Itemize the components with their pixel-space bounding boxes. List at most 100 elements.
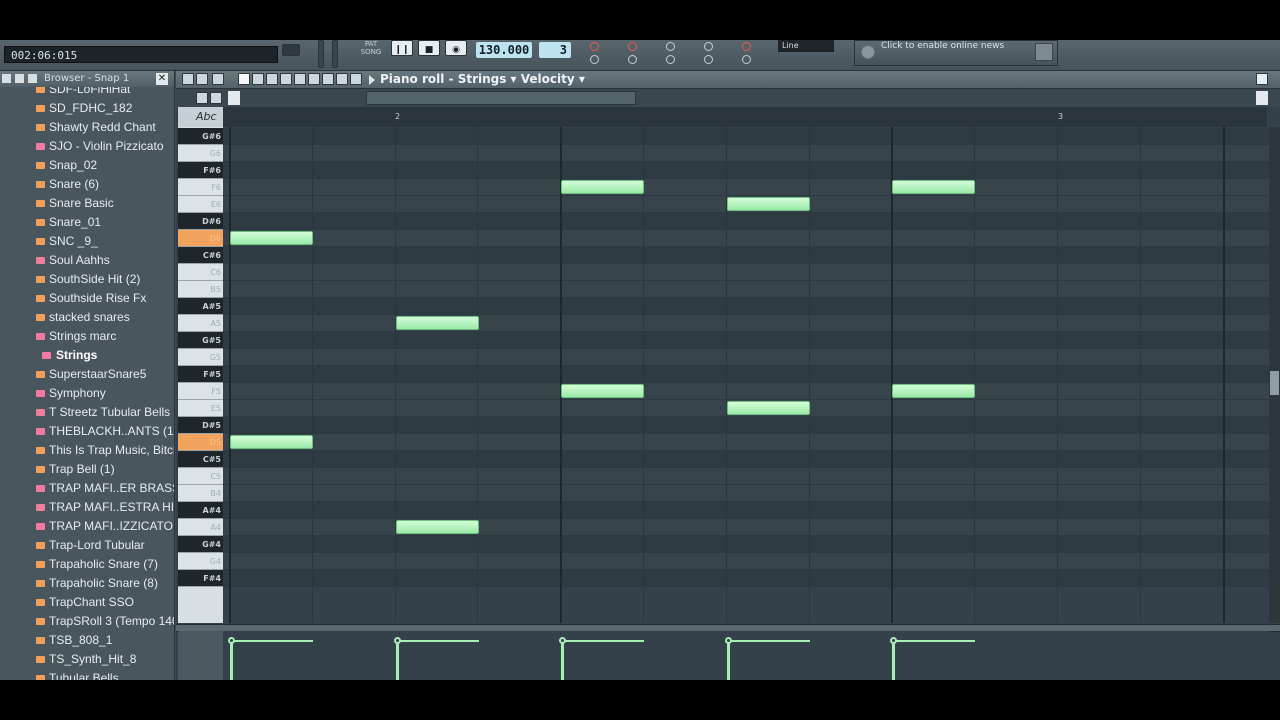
select-icon[interactable] [308,73,320,85]
piano-key[interactable]: F#5 [178,366,223,383]
stamp-icon[interactable] [212,73,224,85]
browser-item[interactable]: stacked snares [0,308,174,327]
piano-roll-title[interactable]: Piano roll - Strings ▾ Velocity ▾ [380,72,585,86]
note-block[interactable] [396,316,479,330]
pitch-slider[interactable] [332,40,338,68]
slice-icon[interactable] [294,73,306,85]
browser-item[interactable]: SuperstaarSnare5 [0,365,174,384]
piano-key[interactable]: F6 [178,179,223,196]
piano-key[interactable]: E6 [178,196,223,213]
piano-key[interactable]: G#4 [178,536,223,553]
piano-key[interactable]: A#5 [178,298,223,315]
velocity-bar[interactable] [230,640,233,680]
draw-mode-icon[interactable] [196,92,208,104]
note-block[interactable] [396,520,479,534]
browser-item[interactable]: Snare Basic [0,194,174,213]
piano-key[interactable]: B4 [178,485,223,502]
note-block[interactable] [561,180,644,194]
browser-forward-icon[interactable] [28,74,37,83]
note-block[interactable] [230,435,313,449]
pause-button[interactable]: ❙❙ [391,40,413,56]
piano-key[interactable]: G4 [178,553,223,570]
browser-item[interactable]: Snare_01 [0,213,174,232]
pencil-icon[interactable] [238,73,250,85]
browser-item[interactable]: Strings [0,346,174,365]
browser-item[interactable]: TrapSRoll 3 (Tempo 140) [0,612,174,631]
tempo-display[interactable]: 130.000 [476,42,532,58]
view-icon[interactable] [350,73,362,85]
note-grid[interactable] [223,127,1269,623]
browser-item[interactable]: TRAP MAFI..ER BRASS 01 [0,479,174,498]
piano-roll-menu-icon[interactable] [182,73,194,85]
piano-key[interactable]: G#6 [178,128,223,145]
browser-item[interactable]: Symphony [0,384,174,403]
browser-close-icon[interactable]: ✕ [156,73,168,85]
piano-key[interactable]: F5 [178,383,223,400]
magnet-icon[interactable] [196,73,208,85]
browser-item[interactable]: TS_Synth_Hit_8 [0,650,174,669]
piano-key[interactable]: D#6 [178,213,223,230]
maximize-icon[interactable] [1256,73,1268,85]
timeline-ruler[interactable]: 23 [223,107,1267,127]
typing-keyboard-icon[interactable] [666,55,675,64]
browser-item[interactable]: T Streetz Tubular Bells [0,403,174,422]
piano-key[interactable]: C#5 [178,451,223,468]
velocity-bar[interactable] [727,640,730,680]
browser-item[interactable]: SJO - Violin Pizzicato [0,137,174,156]
zoom-icon[interactable] [322,73,334,85]
scroll-right-icon[interactable] [1256,91,1268,105]
paint-mode-icon[interactable] [210,92,222,104]
pattern-song-toggle[interactable]: PAT SONG [356,40,386,56]
browser-item[interactable]: THEBLACKH..ANTS (183) [0,422,174,441]
mute-icon[interactable] [280,73,292,85]
velocity-bar[interactable] [892,640,895,680]
piano-key[interactable]: D5 [178,434,223,451]
piano-key[interactable]: A5 [178,315,223,332]
note-block[interactable] [727,401,810,415]
browser-item[interactable]: Shawty Redd Chant [0,118,174,137]
piano-key[interactable]: C5 [178,468,223,485]
online-news-panel[interactable]: Click to enable online news [854,40,1058,66]
browser-item[interactable]: Soul Aahhs [0,251,174,270]
piano-key[interactable]: C6 [178,264,223,281]
piano-key[interactable]: C#6 [178,247,223,264]
browser-item[interactable]: TRAP MAFI..ESTRA HITS [0,498,174,517]
browser-item[interactable]: SDF-LoFiHiHat [0,87,174,99]
browser-item[interactable]: TRAP MAFI..IZZICATO 01 [0,517,174,536]
browser-item[interactable]: TSB_808_1 [0,631,174,650]
pattern-number[interactable]: 3 [539,42,571,58]
piano-key[interactable]: B5 [178,281,223,298]
browser-item[interactable]: SNC _9_ [0,232,174,251]
vertical-scroll-thumb[interactable] [1270,371,1279,395]
countdown-icon[interactable] [666,42,675,51]
playback-icon[interactable] [336,73,348,85]
download-icon[interactable] [1035,43,1053,61]
delete-icon[interactable] [266,73,278,85]
velocity-handle[interactable] [394,637,401,644]
piano-key[interactable]: G6 [178,145,223,162]
browser-item[interactable]: Tubular Bells [0,669,174,680]
stop-button[interactable]: ■ [418,40,440,56]
snap-mode-select[interactable]: Line [778,40,834,52]
piano-key[interactable]: A4 [178,519,223,536]
note-block[interactable] [561,384,644,398]
browser-item[interactable]: Southside Rise Fx [0,289,174,308]
brush-icon[interactable] [252,73,264,85]
note-block[interactable] [892,384,975,398]
metronome-icon[interactable] [590,42,599,51]
browser-menu-icon[interactable] [2,74,11,83]
velocity-bar[interactable] [561,640,564,680]
note-block[interactable] [230,231,313,245]
piano-key[interactable]: F#4 [178,570,223,587]
piano-key[interactable]: D6 [178,230,223,247]
velocity-handle[interactable] [890,637,897,644]
vertical-scrollbar[interactable] [1269,127,1280,623]
browser-item[interactable]: Trap Bell (1) [0,460,174,479]
note-block[interactable] [892,180,975,194]
piano-key[interactable]: D#5 [178,417,223,434]
browser-item[interactable]: Snare (6) [0,175,174,194]
browser-item[interactable]: Trapaholic Snare (8) [0,574,174,593]
velocity-handle[interactable] [559,637,566,644]
browser-item[interactable]: SouthSide Hit (2) [0,270,174,289]
auto-scroll-icon[interactable] [704,55,713,64]
